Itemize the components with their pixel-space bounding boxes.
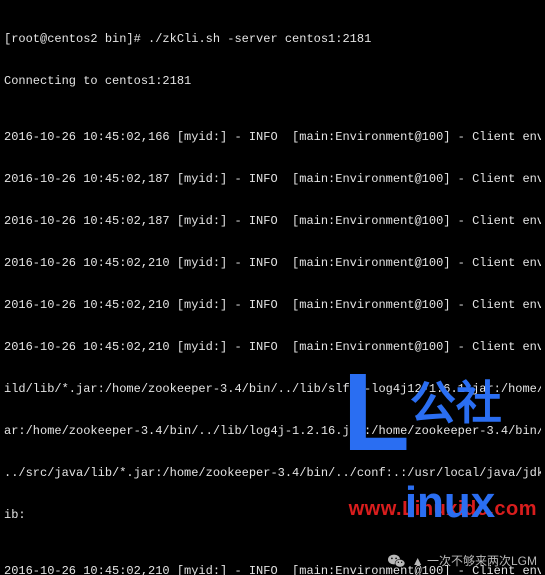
log-line: 2016-10-26 10:45:02,210 [myid:] - INFO [… xyxy=(4,256,541,270)
log-line: ild/lib/*.jar:/home/zookeeper-3.4/bin/..… xyxy=(4,382,541,396)
connecting-line: Connecting to centos1:2181 xyxy=(4,74,541,88)
shell-prompt: [root@centos2 bin]# xyxy=(4,32,148,46)
log-line: 2016-10-26 10:45:02,210 [myid:] - INFO [… xyxy=(4,340,541,354)
shell-prompt-line: [root@centos2 bin]# ./zkCli.sh -server c… xyxy=(4,32,541,46)
log-line: 2016-10-26 10:45:02,187 [myid:] - INFO [… xyxy=(4,172,541,186)
terminal-output[interactable]: [root@centos2 bin]# ./zkCli.sh -server c… xyxy=(0,0,545,575)
log-line: 2016-10-26 10:45:02,210 [myid:] - INFO [… xyxy=(4,298,541,312)
log-line: ib: xyxy=(4,508,541,522)
log-line: 2016-10-26 10:45:02,166 [myid:] - INFO [… xyxy=(4,130,541,144)
command-text: ./zkCli.sh -server centos1:2181 xyxy=(148,32,371,46)
log-line: ../src/java/lib/*.jar:/home/zookeeper-3.… xyxy=(4,466,541,480)
log-line: 2016-10-26 10:45:02,210 [myid:] - INFO [… xyxy=(4,564,541,575)
log-line: ar:/home/zookeeper-3.4/bin/../lib/log4j-… xyxy=(4,424,541,438)
log-line: 2016-10-26 10:45:02,187 [myid:] - INFO [… xyxy=(4,214,541,228)
